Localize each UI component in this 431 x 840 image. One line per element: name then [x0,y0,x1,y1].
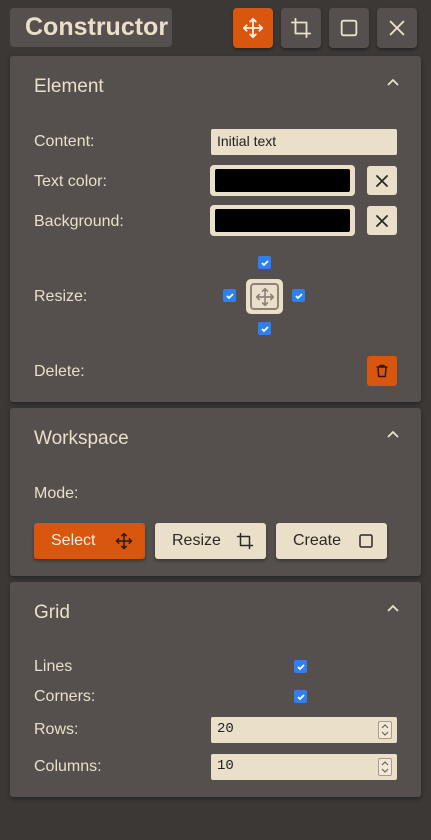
rows-input[interactable]: 20 [211,717,397,743]
rows-spinner[interactable] [378,721,392,739]
resize-handle [246,279,283,314]
crop-tool-button[interactable] [281,8,321,48]
resize-label: Resize: [34,288,88,305]
square-icon [340,19,358,37]
move-icon [255,287,274,306]
background-color-swatch [215,209,350,232]
select-mode-button[interactable]: Select [34,523,145,559]
create-mode-button[interactable]: Create [276,523,387,559]
clear-background-button[interactable] [367,206,397,235]
mode-label: Mode: [34,485,79,502]
chevron-up-icon[interactable] [387,78,399,86]
resize-bottom-checkbox[interactable] [258,322,271,335]
move-icon [115,532,133,550]
crop-icon [290,17,312,39]
grid-panel: Grid Lines Corners: Rows: 20 Columns: 10 [10,582,421,797]
columns-input[interactable]: 10 [211,754,397,780]
spinner-arrows-icon [381,724,389,736]
background-label: Background: [34,213,124,230]
columns-label: Columns: [34,758,102,775]
workspace-panel: Workspace Mode: Select Resize Create [10,408,421,576]
close-icon [376,214,388,227]
columns-spinner[interactable] [378,758,392,776]
select-mode-label: Select [51,532,96,549]
resize-mode-label: Resize [172,532,221,549]
content-label: Content: [34,133,95,150]
resize-left-checkbox[interactable] [223,289,236,302]
chevron-up-icon[interactable] [387,604,399,612]
clear-text-color-button[interactable] [367,166,397,195]
corners-label: Corners: [34,688,96,705]
rows-value: 20 [217,721,234,737]
text-color-swatch [215,169,350,192]
rows-label: Rows: [34,721,79,738]
grid-panel-title: Grid [34,602,70,623]
spinner-arrows-icon [381,761,389,773]
content-input[interactable]: Initial text [211,129,397,155]
resize-right-checkbox[interactable] [292,289,305,302]
close-icon [376,174,388,187]
resize-top-checkbox[interactable] [258,256,271,269]
workspace-panel-title: Workspace [34,428,129,449]
trash-icon [376,364,388,378]
delete-label: Delete: [34,363,85,380]
move-tool-button[interactable] [233,8,273,48]
lines-checkbox[interactable] [294,660,307,673]
corners-checkbox[interactable] [294,690,307,703]
square-tool-button[interactable] [329,8,369,48]
create-mode-label: Create [293,532,342,549]
close-button[interactable] [377,8,417,48]
text-color-label: Text color: [34,173,107,190]
lines-label: Lines [34,658,73,675]
title-bar: Constructor [10,8,421,48]
element-panel-title: Element [34,76,104,97]
delete-button[interactable] [367,356,397,386]
crop-icon [236,532,254,550]
element-panel: Element Content: Initial text Text color… [10,56,421,402]
move-icon [242,17,264,39]
close-icon [389,20,405,36]
square-icon [359,534,373,548]
chevron-up-icon[interactable] [387,430,399,438]
text-color-picker[interactable] [210,165,355,196]
columns-value: 10 [217,758,234,774]
resize-mode-button[interactable]: Resize [155,523,266,559]
app-title: Constructor [10,8,172,47]
background-color-picker[interactable] [210,205,355,236]
